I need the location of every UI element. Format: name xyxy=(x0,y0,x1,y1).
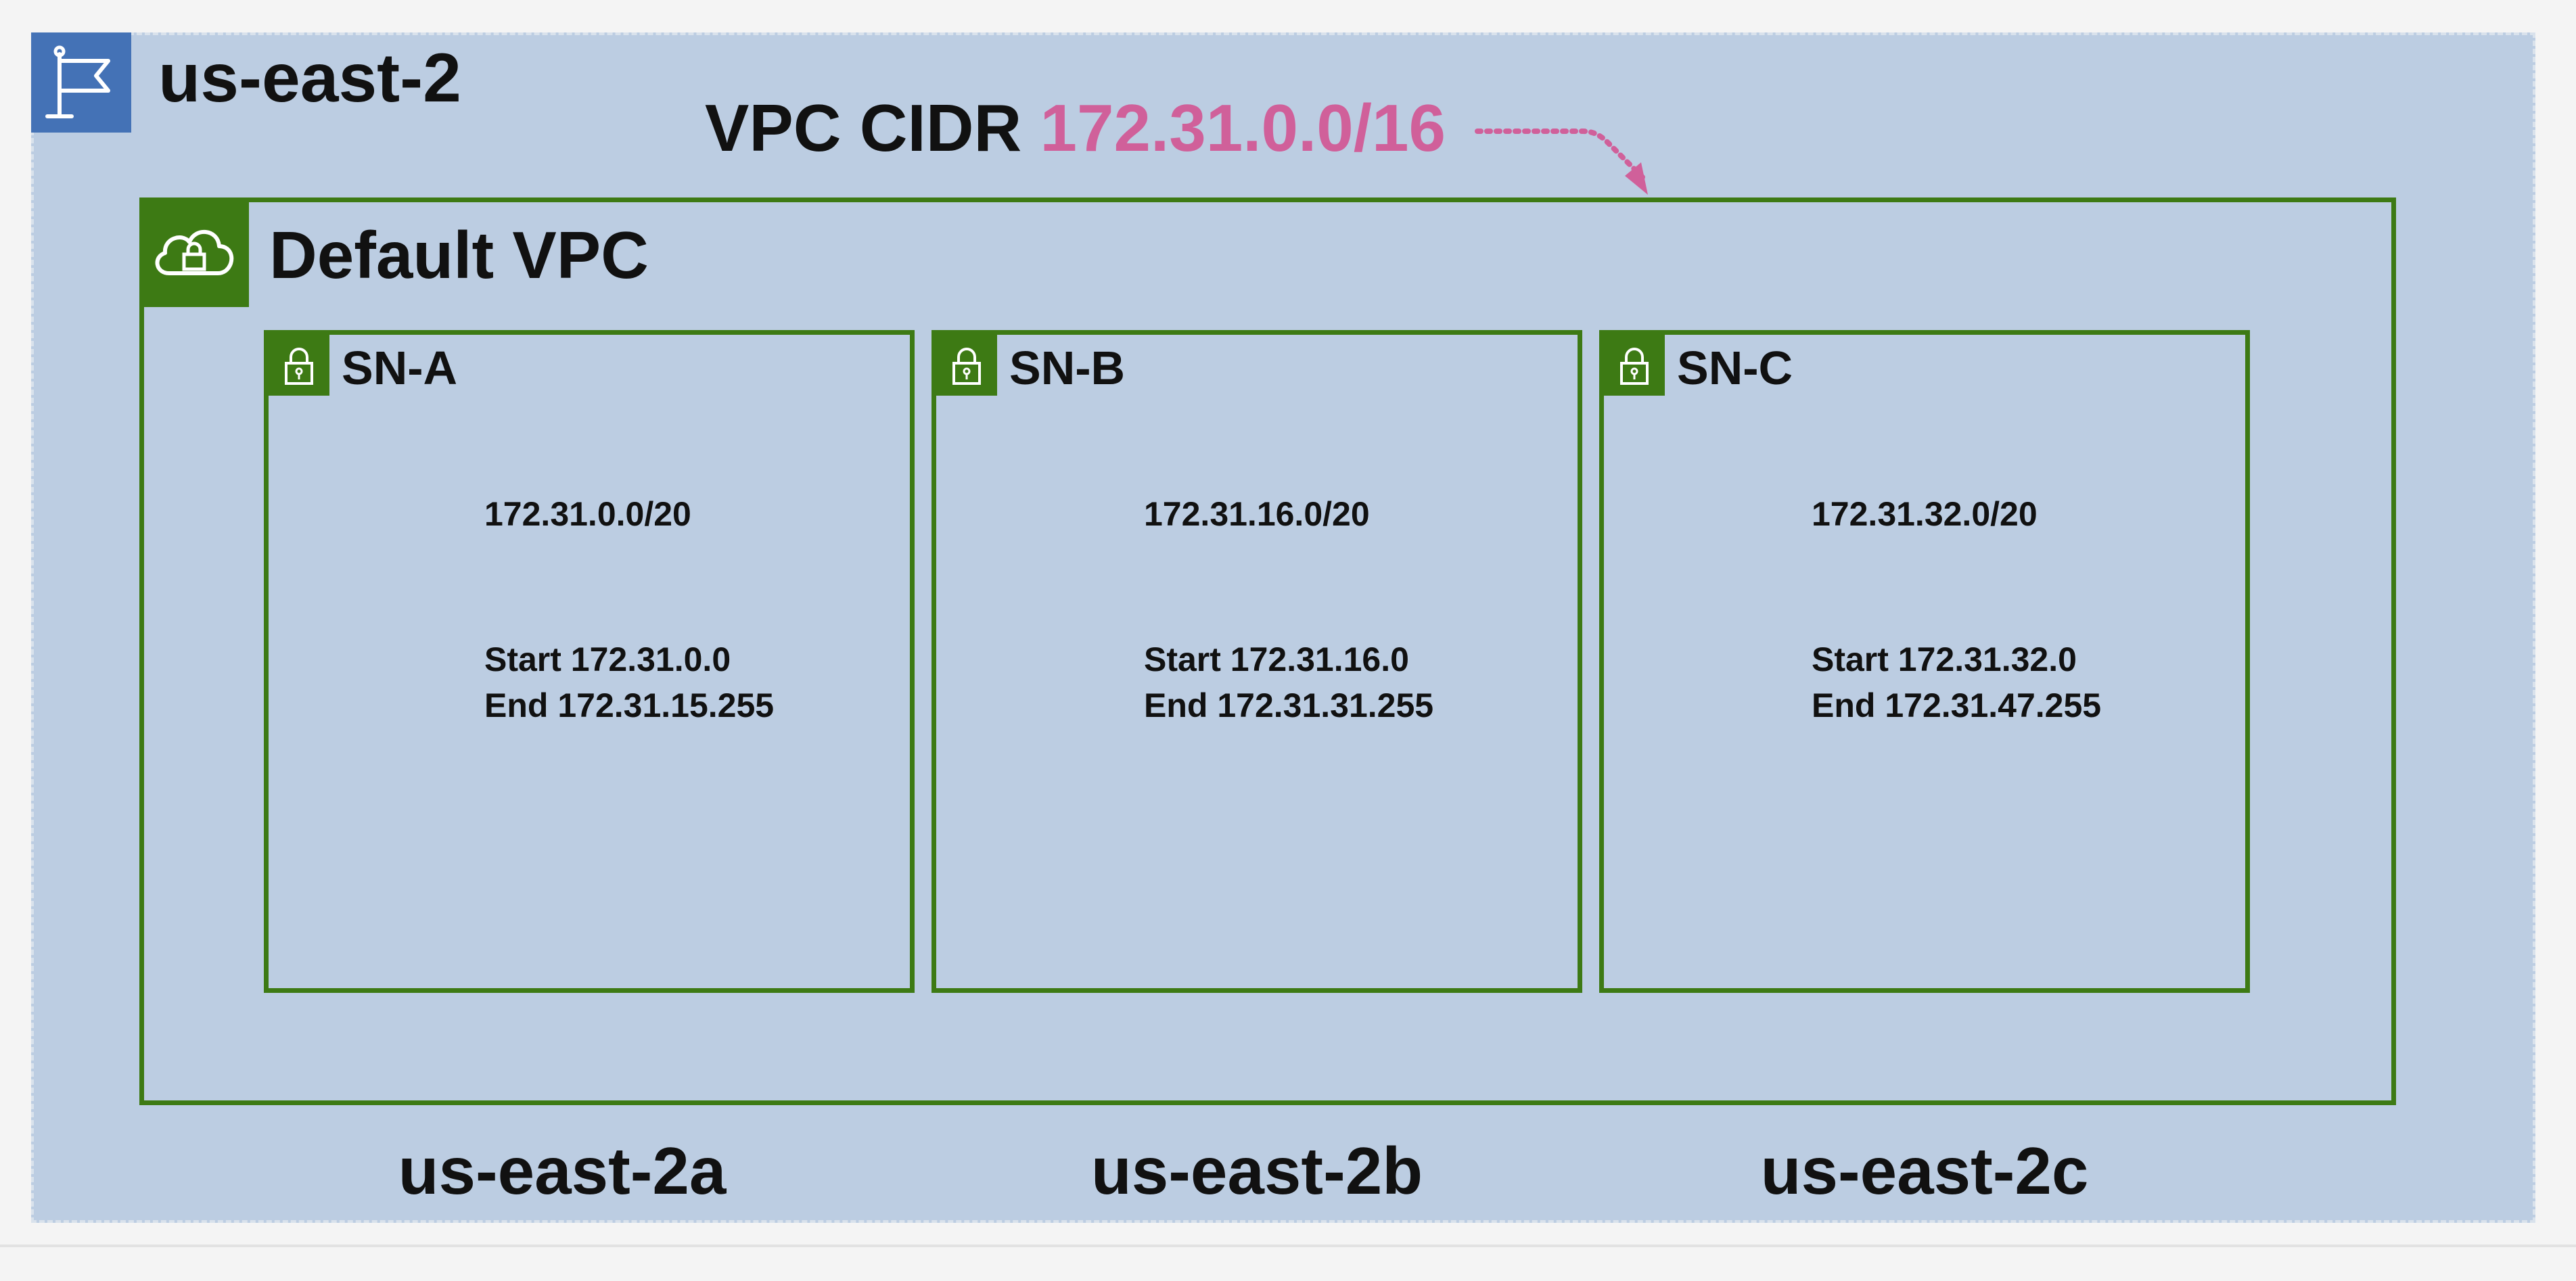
subnet-start: Start 172.31.32.0 xyxy=(1812,640,2077,678)
vpc-cidr-label: VPC CIDR xyxy=(705,91,1022,165)
lock-icon xyxy=(269,335,329,396)
vpc-label: Default VPC xyxy=(269,218,649,292)
subnet-end: End 172.31.15.255 xyxy=(484,686,775,724)
vpc-cidr-heading: VPC CIDR 172.31.0.0/16 xyxy=(705,95,1446,161)
subnet-cidr: 172.31.16.0/20 xyxy=(1144,495,1370,533)
subnet-start: Start 172.31.0.0 xyxy=(484,640,731,678)
lock-icon xyxy=(936,335,997,396)
region-label: us-east-2 xyxy=(158,39,461,116)
subnet-cidr: 172.31.32.0/20 xyxy=(1812,495,2038,533)
availability-zone-label: us-east-2a xyxy=(398,1134,727,1208)
subnet-end: End 172.31.31.255 xyxy=(1144,686,1434,724)
availability-zone-label: us-east-2c xyxy=(1760,1134,2089,1208)
flag-icon xyxy=(31,32,131,133)
subnet-b: SN-B 172.31.16.0/20 Start 172.31.16.0 En… xyxy=(932,330,1582,993)
bottom-divider xyxy=(0,1244,2576,1247)
cidr-pointer-arrow xyxy=(1475,129,1648,195)
subnet-name: SN-A xyxy=(342,342,458,394)
lock-icon xyxy=(1604,335,1665,396)
subnet-a: SN-A 172.31.0.0/20 Start 172.31.0.0 End … xyxy=(264,330,915,993)
subnet-range: Start 172.31.32.0 End 172.31.47.255 xyxy=(1812,636,2101,728)
cloud-lock-icon xyxy=(139,197,249,307)
vpc-cidr-value: 172.31.0.0/16 xyxy=(1040,91,1446,165)
subnet-start: Start 172.31.16.0 xyxy=(1144,640,1409,678)
subnet-end: End 172.31.47.255 xyxy=(1812,686,2102,724)
subnet-range: Start 172.31.16.0 End 172.31.31.255 xyxy=(1144,636,1433,728)
availability-zone-label: us-east-2b xyxy=(1090,1134,1423,1208)
subnet-c: SN-C 172.31.32.0/20 Start 172.31.32.0 En… xyxy=(1599,330,2250,993)
subnet-cidr: 172.31.0.0/20 xyxy=(484,495,691,533)
subnet-name: SN-C xyxy=(1677,342,1793,394)
subnet-name: SN-B xyxy=(1009,342,1126,394)
subnet-range: Start 172.31.0.0 End 172.31.15.255 xyxy=(484,636,774,728)
